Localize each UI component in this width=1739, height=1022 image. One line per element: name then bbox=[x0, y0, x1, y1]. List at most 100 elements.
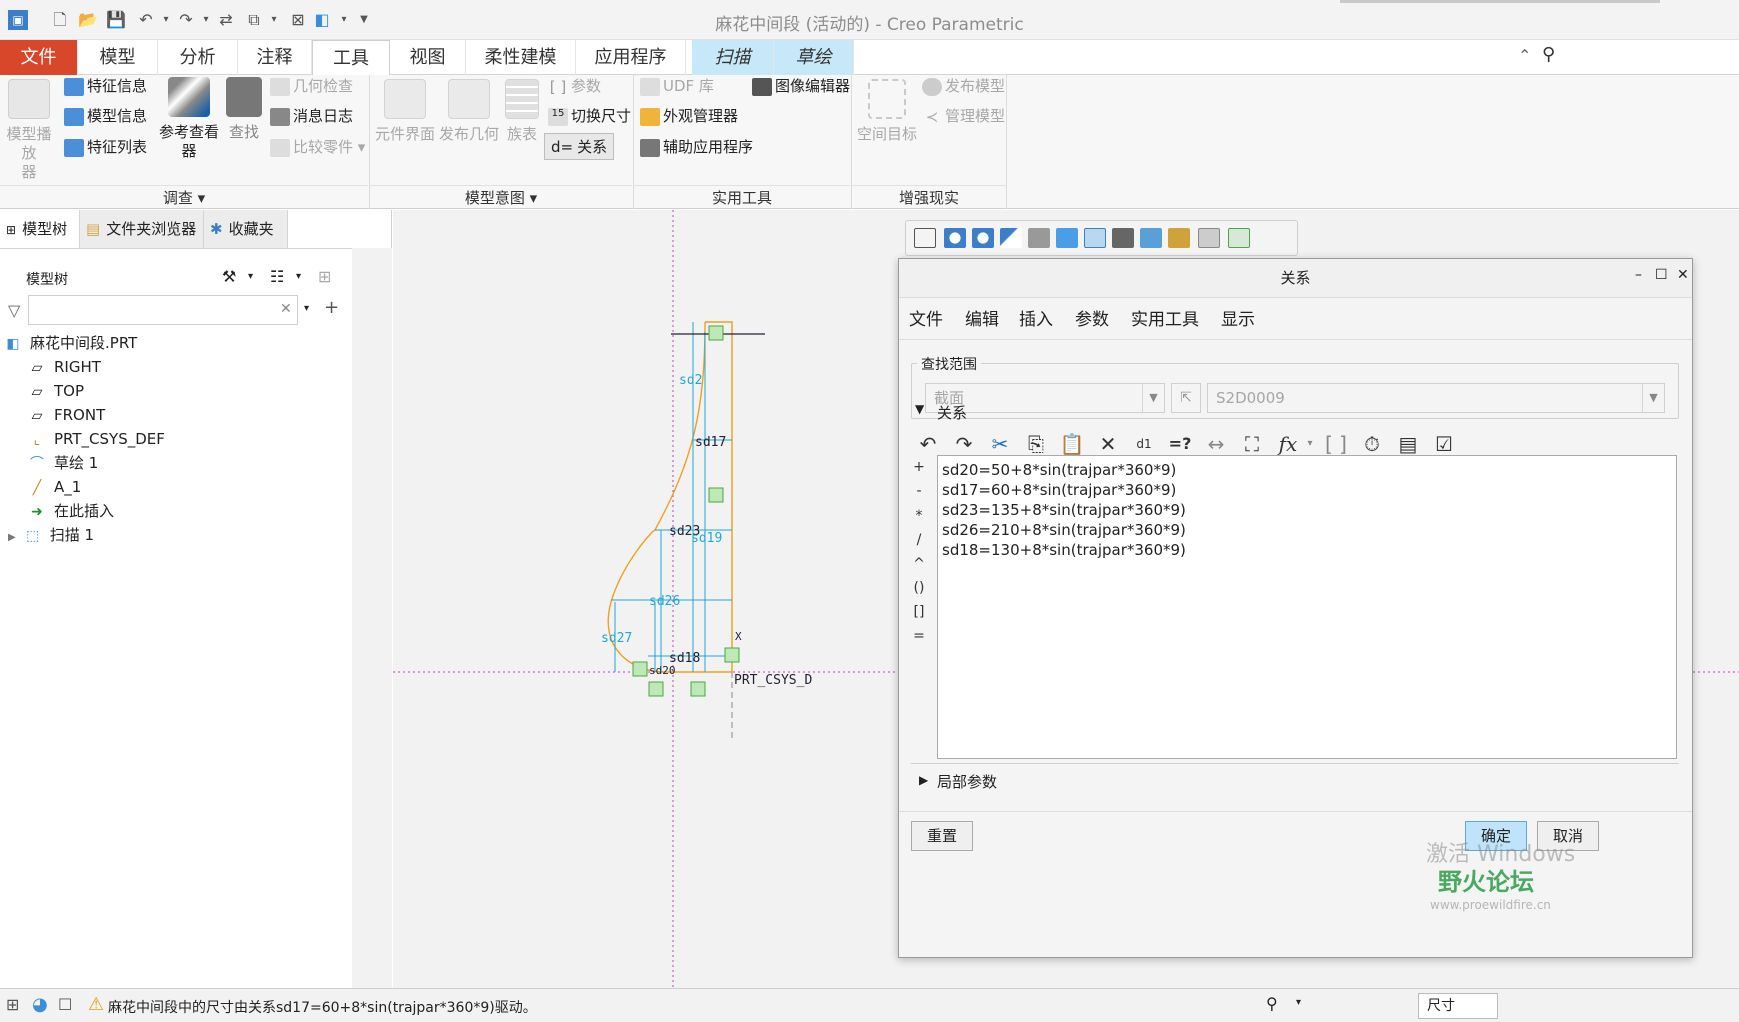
reference-viewer-button[interactable]: 参考查看 器 bbox=[158, 77, 220, 161]
dialog-menu-edit[interactable]: 编辑 bbox=[965, 305, 999, 330]
udf-library-button[interactable]: UDF 库 bbox=[640, 75, 714, 96]
toggle-navigator-icon[interactable]: ⊞ bbox=[6, 995, 19, 1014]
view-manager-icon[interactable] bbox=[1084, 228, 1106, 248]
group-utilities[interactable]: 实用工具 bbox=[634, 185, 850, 209]
dim-label[interactable]: sd20 bbox=[649, 664, 676, 677]
constraint-marker[interactable] bbox=[690, 681, 706, 697]
tree-filter-icon[interactable]: ⊞ bbox=[318, 267, 331, 286]
display-style-icon[interactable] bbox=[1028, 228, 1050, 248]
tree-item-part[interactable]: ◧ 麻花中间段.PRT bbox=[4, 331, 137, 355]
repaint-icon[interactable] bbox=[1000, 228, 1022, 248]
aux-apps-button[interactable]: 辅助应用程序 bbox=[640, 136, 753, 157]
tree-item-right[interactable]: ▱ RIGHT bbox=[28, 355, 101, 379]
tab-analysis[interactable]: 分析 bbox=[158, 40, 238, 75]
tab-view[interactable]: 视图 bbox=[390, 40, 466, 75]
tab-tools[interactable]: 工具 bbox=[312, 40, 390, 76]
expand-icon[interactable]: ▶ bbox=[919, 773, 928, 787]
group-model-intent[interactable]: 模型意图 ▾ bbox=[370, 185, 632, 209]
constraint-marker[interactable] bbox=[648, 681, 664, 697]
group-ar[interactable]: 增强现实 bbox=[852, 185, 1006, 209]
space-target-button[interactable]: 空间目标 bbox=[856, 79, 918, 144]
dim-label[interactable]: sd2 bbox=[679, 373, 702, 388]
image-editor-button[interactable]: 图像编辑器 bbox=[752, 75, 850, 96]
dim-label[interactable]: sd26 bbox=[649, 594, 680, 609]
feature-list-button[interactable]: 特征列表 bbox=[64, 136, 147, 157]
tab-sketch[interactable]: 草绘 bbox=[774, 40, 854, 75]
scope-target-select[interactable]: S2D0009 ▼ bbox=[1207, 383, 1665, 413]
reset-button[interactable]: 重置 bbox=[911, 821, 973, 851]
tree-item-axis[interactable]: ╱ A_1 bbox=[28, 475, 82, 499]
minimize-ribbon-icon[interactable]: ⌃ bbox=[1518, 46, 1531, 65]
tab-file[interactable]: 文件 bbox=[0, 40, 78, 75]
dialog-close-icon[interactable]: ✕ bbox=[1677, 267, 1689, 283]
tab-applications[interactable]: 应用程序 bbox=[576, 40, 686, 75]
constraint-marker[interactable] bbox=[724, 647, 740, 663]
model-player-button[interactable]: 模型播放 器 bbox=[0, 79, 58, 182]
tree-columns-icon[interactable]: ☷ bbox=[270, 267, 284, 286]
publish-geometry-button[interactable]: 发布几何 bbox=[438, 79, 500, 144]
relation-line[interactable]: sd26=210+8*sin(trajpar*360*9) bbox=[942, 520, 1672, 540]
relation-line[interactable]: sd18=130+8*sin(trajpar*360*9) bbox=[942, 540, 1672, 560]
expand-icon[interactable]: ▶ bbox=[8, 532, 16, 543]
compare-parts-button[interactable]: 比较零件 ▾ bbox=[270, 136, 365, 157]
parameters-button[interactable]: [ ] 参数 bbox=[548, 75, 601, 96]
dialog-menu-parameters[interactable]: 参数 bbox=[1075, 305, 1109, 330]
perspective-icon[interactable] bbox=[1112, 228, 1134, 248]
tab-model-tree[interactable]: ⊞ 模型树 bbox=[0, 210, 80, 248]
add-filter-icon[interactable]: + bbox=[324, 297, 339, 318]
zoom-out-icon[interactable] bbox=[972, 228, 994, 248]
browser-icon[interactable]: ◕ bbox=[32, 994, 48, 1015]
zoom-in-icon[interactable] bbox=[944, 228, 966, 248]
dialog-menu-utilities[interactable]: 实用工具 bbox=[1131, 305, 1199, 330]
group-investigate[interactable]: 调查 ▾ bbox=[0, 185, 368, 209]
tab-model[interactable]: 模型 bbox=[78, 40, 158, 75]
tree-item-insert-here[interactable]: ➜ 在此插入 bbox=[28, 499, 114, 523]
relation-line[interactable]: sd23=135+8*sin(trajpar*360*9) bbox=[942, 500, 1672, 520]
dialog-menu-insert[interactable]: 插入 bbox=[1019, 305, 1053, 330]
section-icon[interactable] bbox=[1140, 228, 1162, 248]
tab-flexible-modeling[interactable]: 柔性建模 bbox=[466, 40, 576, 75]
relation-line[interactable]: sd20=50+8*sin(trajpar*360*9) bbox=[942, 460, 1672, 480]
dialog-menu-display[interactable]: 显示 bbox=[1221, 305, 1255, 330]
select-pointer-button[interactable]: ⇱ bbox=[1171, 383, 1201, 413]
switch-dims-button[interactable]: 15 切换尺寸 bbox=[548, 105, 631, 126]
model-info-button[interactable]: 模型信息 bbox=[64, 105, 147, 126]
tree-item-top[interactable]: ▱ TOP bbox=[28, 379, 84, 403]
sketch-display-icon[interactable] bbox=[1198, 228, 1220, 248]
selection-filter-select[interactable]: 尺寸 bbox=[1418, 993, 1498, 1019]
tree-item-front[interactable]: ▱ FRONT bbox=[28, 403, 106, 427]
tree-settings-dropdown-icon[interactable]: ▾ bbox=[248, 271, 253, 282]
search-icon[interactable]: ⚲ bbox=[1542, 44, 1555, 65]
relations-button[interactable]: d= 关系 bbox=[544, 133, 615, 160]
dialog-maximize-icon[interactable]: ☐ bbox=[1655, 267, 1668, 283]
tab-folder-browser[interactable]: ▤ 文件夹浏览器 bbox=[80, 210, 204, 248]
tab-favorites[interactable]: ✱ 收藏夹 bbox=[204, 210, 288, 248]
saved-orientation-icon[interactable] bbox=[1056, 228, 1078, 248]
operator-plus[interactable]: + bbox=[911, 459, 927, 475]
operator-divide[interactable]: / bbox=[911, 532, 927, 548]
geometry-check-button[interactable]: 几何检查 bbox=[270, 75, 353, 96]
component-interface-button[interactable]: 元件界面 bbox=[374, 79, 436, 144]
operator-equals[interactable]: = bbox=[911, 628, 927, 644]
constraint-display-icon[interactable] bbox=[1228, 228, 1250, 248]
manage-model-button[interactable]: ≺ 管理模型 bbox=[922, 105, 1005, 126]
family-table-button[interactable]: 族表 bbox=[502, 79, 542, 144]
feature-info-button[interactable]: 特征信息 bbox=[64, 75, 147, 96]
dim-label[interactable]: sd19 bbox=[691, 531, 722, 546]
local-params-label[interactable]: 局部参数 bbox=[937, 771, 997, 792]
selection-filter-icon[interactable]: ⚲ bbox=[1266, 994, 1278, 1013]
publish-model-button[interactable]: 发布模型 bbox=[922, 75, 1005, 96]
refit-icon[interactable] bbox=[914, 228, 936, 248]
tab-sweep[interactable]: 扫描 bbox=[692, 40, 774, 75]
dim-label[interactable]: sd27 bbox=[601, 631, 632, 646]
relation-line[interactable]: sd17=60+8*sin(trajpar*360*9) bbox=[942, 480, 1672, 500]
find-button[interactable]: 查找 bbox=[222, 77, 266, 142]
message-log-button[interactable]: 消息日志 bbox=[270, 105, 353, 126]
operator-brackets[interactable]: [] bbox=[911, 604, 927, 620]
tree-columns-dropdown-icon[interactable]: ▾ bbox=[296, 271, 301, 282]
relations-editor[interactable]: sd20=50+8*sin(trajpar*360*9) sd17=60+8*s… bbox=[937, 455, 1677, 759]
tree-item-sketch[interactable]: ⌒ 草绘 1 bbox=[28, 451, 98, 475]
operator-minus[interactable]: - bbox=[911, 483, 927, 499]
dim-label[interactable]: sd17 bbox=[695, 435, 726, 450]
constraint-marker[interactable] bbox=[708, 325, 724, 341]
